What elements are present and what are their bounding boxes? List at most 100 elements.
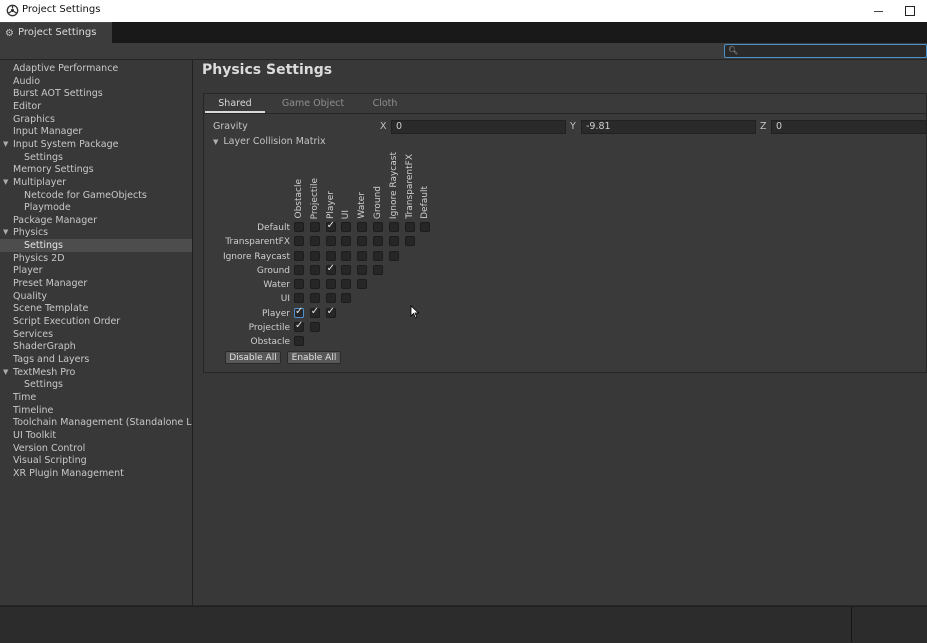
collision-checkbox[interactable] xyxy=(341,293,352,304)
collision-checkbox[interactable] xyxy=(294,320,304,332)
sidebar-item[interactable]: Time xyxy=(0,391,192,404)
matrix-row-label: Ignore Raycast xyxy=(222,251,290,262)
tab-cloth[interactable]: Cloth xyxy=(363,96,407,111)
collision-checkbox[interactable] xyxy=(309,250,320,261)
collision-checkbox[interactable] xyxy=(373,264,383,275)
expand-arrow-icon[interactable]: ▼ xyxy=(3,138,8,151)
sidebar-item[interactable]: UI Toolkit xyxy=(0,429,192,442)
sidebar-item[interactable]: Toolchain Management (Standalone Lin xyxy=(0,416,192,429)
sidebar-item[interactable]: Settings xyxy=(0,151,192,164)
sidebar-item[interactable]: XR Plugin Management xyxy=(0,467,192,480)
collision-checkbox[interactable] xyxy=(357,236,368,247)
sidebar-item[interactable]: Settings xyxy=(0,378,192,391)
sidebar-item[interactable]: Scene Template xyxy=(0,302,192,315)
unity-logo-icon xyxy=(6,4,19,17)
collision-checkbox[interactable] xyxy=(357,222,368,232)
collision-checkbox[interactable] xyxy=(388,250,399,261)
collision-checkbox[interactable] xyxy=(341,264,352,275)
sidebar-item[interactable]: Graphics xyxy=(0,113,192,126)
sidebar-item[interactable]: ▼ Physics xyxy=(0,226,192,239)
collision-checkbox[interactable] xyxy=(357,250,368,261)
maximize-button[interactable] xyxy=(903,4,915,18)
collision-checkbox[interactable] xyxy=(309,236,320,247)
collision-checkbox[interactable] xyxy=(309,279,320,289)
collision-checkbox[interactable] xyxy=(294,236,304,247)
collision-checkbox[interactable] xyxy=(294,264,304,275)
collision-checkbox[interactable] xyxy=(309,222,320,232)
collision-checkbox[interactable] xyxy=(341,279,352,289)
tab-project-settings[interactable]: ⚙ Project Settings xyxy=(0,22,112,43)
collision-checkbox[interactable] xyxy=(325,236,336,247)
collision-checkbox[interactable] xyxy=(357,279,368,289)
sidebar-item[interactable]: Audio xyxy=(0,75,192,88)
sidebar-item[interactable]: Netcode for GameObjects xyxy=(0,189,192,202)
sidebar-item[interactable]: Script Execution Order xyxy=(0,315,192,328)
minimize-button[interactable] xyxy=(872,0,886,22)
sidebar-item[interactable]: Timeline xyxy=(0,404,192,417)
collision-checkbox[interactable] xyxy=(309,321,320,332)
collision-checkbox[interactable] xyxy=(294,336,304,346)
expand-arrow-icon[interactable]: ▼ xyxy=(3,226,8,239)
collision-checkbox[interactable] xyxy=(357,264,368,275)
search-input[interactable] xyxy=(737,45,925,57)
collision-checkbox[interactable] xyxy=(373,222,383,232)
sidebar-item[interactable]: Settings xyxy=(0,239,192,253)
collision-checkbox[interactable] xyxy=(325,293,336,304)
collision-checkbox[interactable] xyxy=(325,306,336,318)
sidebar-item[interactable]: Version Control xyxy=(0,442,192,455)
sidebar-item[interactable]: ▼ Input System Package xyxy=(0,138,192,151)
sidebar-item[interactable]: Player xyxy=(0,264,192,277)
collision-checkbox[interactable] xyxy=(325,279,336,289)
sidebar-item[interactable]: ShaderGraph xyxy=(0,340,192,353)
collision-checkbox[interactable] xyxy=(294,222,304,232)
sidebar-item[interactable]: ▼ Multiplayer xyxy=(0,176,192,189)
sidebar-item[interactable]: Services xyxy=(0,328,192,341)
collision-checkbox[interactable] xyxy=(325,250,336,261)
collision-checkbox[interactable] xyxy=(325,220,336,232)
collision-checkbox[interactable] xyxy=(341,250,352,261)
collision-checkbox[interactable] xyxy=(325,263,336,275)
gravity-y-field[interactable]: -9.81 xyxy=(581,120,756,134)
collision-checkbox[interactable] xyxy=(388,236,399,247)
sidebar-item[interactable]: Editor xyxy=(0,100,192,113)
sidebar-item[interactable]: Memory Settings xyxy=(0,163,192,176)
collision-checkbox[interactable] xyxy=(309,264,320,275)
sidebar-item[interactable]: Physics 2D xyxy=(0,252,192,265)
sidebar-item[interactable]: Burst AOT Settings xyxy=(0,87,192,100)
tab-shared[interactable]: Shared xyxy=(205,96,265,113)
collision-checkbox[interactable] xyxy=(373,250,383,261)
expand-arrow-icon[interactable]: ▼ xyxy=(3,366,8,379)
collision-checkbox[interactable] xyxy=(404,222,415,232)
collision-checkbox[interactable] xyxy=(294,279,304,289)
search-field[interactable]: 🔍︎ xyxy=(724,44,927,58)
sidebar-item[interactable]: Adaptive Performance xyxy=(0,62,192,75)
sidebar-item[interactable]: Package Manager xyxy=(0,214,192,227)
gravity-x-field[interactable]: 0 xyxy=(391,120,566,134)
sidebar-item[interactable]: Visual Scripting xyxy=(0,454,192,467)
collision-checkbox[interactable] xyxy=(309,306,320,318)
gravity-z-field[interactable]: 0 xyxy=(771,120,927,134)
collision-checkbox[interactable] xyxy=(309,293,320,304)
sidebar-item[interactable]: Tags and Layers xyxy=(0,353,192,366)
collision-checkbox[interactable] xyxy=(373,236,383,247)
collision-checkbox[interactable] xyxy=(294,250,304,261)
layer-collision-matrix-foldout[interactable]: ▼ Layer Collision Matrix xyxy=(213,136,326,147)
disable-all-button[interactable]: Disable All xyxy=(225,351,281,364)
sidebar-item[interactable]: Quality xyxy=(0,290,192,303)
expand-arrow-icon[interactable]: ▼ xyxy=(3,176,8,189)
sidebar-item[interactable]: Input Manager xyxy=(0,125,192,138)
collision-checkbox[interactable] xyxy=(420,222,431,232)
sidebar-item[interactable]: ▼ TextMesh Pro xyxy=(0,366,192,379)
sidebar-item-label: Package Manager xyxy=(13,214,98,226)
collision-checkbox[interactable] xyxy=(294,293,304,304)
collision-checkbox[interactable] xyxy=(388,222,399,232)
collision-checkbox[interactable] xyxy=(294,306,304,318)
collision-checkbox[interactable] xyxy=(341,236,352,247)
sidebar-item[interactable]: Playmode xyxy=(0,201,192,214)
collision-checkbox[interactable] xyxy=(404,236,415,247)
collision-checkbox[interactable] xyxy=(341,222,352,232)
matrix-row-label: Projectile xyxy=(248,322,290,333)
tab-game-object[interactable]: Game Object xyxy=(279,96,347,111)
enable-all-button[interactable]: Enable All xyxy=(287,351,341,364)
sidebar-item[interactable]: Preset Manager xyxy=(0,277,192,290)
